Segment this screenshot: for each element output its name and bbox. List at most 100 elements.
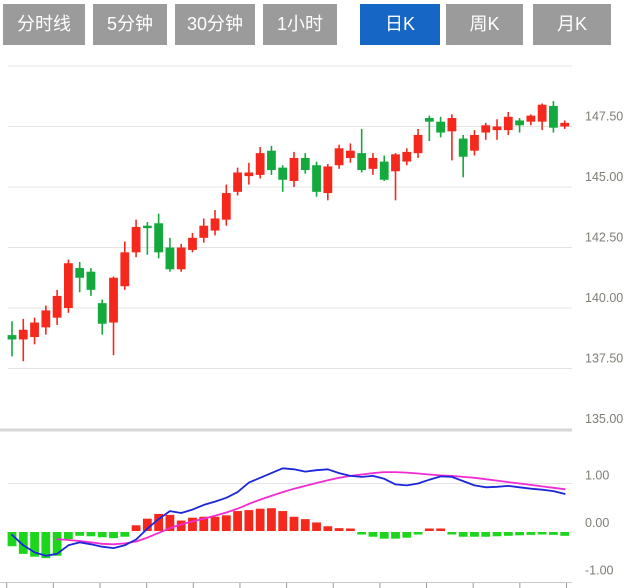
candle-body [504,117,513,130]
candle-body [560,123,569,127]
candle-body [154,223,163,252]
axis-labels: 147.50 145.00 142.50 140.00 137.50 135.00 1.00… [585,110,623,578]
macd-hist-bar [369,532,378,537]
candles-group [8,101,570,361]
price-tick-label: 135.00 [585,412,623,426]
macd-hist-bar [132,525,141,531]
candle-body [549,106,558,128]
candle-body [87,272,96,290]
candle-body [211,218,220,230]
macd-hist-bar [109,532,118,538]
macd-hist-bar [267,508,276,531]
candle-body [256,153,265,175]
kline-macd-chart[interactable]: 147.50 145.00 142.50 140.00 137.50 135.00 1.00… [0,0,632,588]
macd-hist-bar [357,532,366,535]
price-tick-label: 140.00 [585,291,623,305]
candle-body [75,268,84,278]
macd-hist-bar [244,510,253,531]
candle-body [222,193,231,220]
macd-hist-bar [380,532,389,539]
candle-body [166,248,175,270]
candle-body [369,158,378,169]
price-tick-label: 137.50 [585,352,623,366]
candle-body [335,148,344,165]
candle-body [515,120,524,125]
macd-hist-bar [493,532,502,536]
candle-body [402,152,411,162]
macd-hist-bar [312,522,321,531]
macd-hist-bar [64,532,73,539]
tab-timeline[interactable]: 分时线 [3,4,85,45]
candle-body [526,116,535,122]
macd-hist-bar [402,532,411,538]
candle-body [391,154,400,171]
candle-body [459,139,468,157]
macd-hist-bar [459,532,468,537]
candle-body [53,296,62,318]
candle-body [177,248,186,270]
macd-hist-bar [504,532,513,536]
candle-body [323,166,332,193]
macd-group [8,468,570,558]
macd-hist-bar [75,532,84,536]
macd-tick-label: 0.00 [585,516,609,530]
macd-hist-bar [222,515,231,531]
candle-body [493,127,502,131]
candle-body [470,135,479,151]
candle-body [188,238,197,250]
price-tick-label: 145.00 [585,170,623,184]
macd-hist-bar [233,511,242,531]
macd-hist-bar [335,528,344,531]
tab-daily-k[interactable]: 日K [360,4,440,45]
macd-hist-bar [391,532,400,539]
candle-body [301,158,310,170]
macd-hist-bar [211,517,220,531]
tab-weekly-k[interactable]: 周K [446,4,523,45]
macd-hist-bar [301,519,310,531]
macd-hist-bar [188,518,197,531]
macd-hist-bar [414,532,423,535]
macd-hist-bar [481,532,490,537]
macd-hist-bar [290,517,299,531]
macd-hist-bar [87,532,96,536]
macd-hist-bar [560,532,569,536]
candle-body [357,153,366,170]
macd-hist-bar [448,532,457,535]
macd-hist-bar [425,529,434,532]
macd-hist-bar [470,532,479,537]
price-tick-label: 147.50 [585,110,623,124]
macd-hist-bar [526,532,535,535]
candle-body [448,118,457,131]
candle-body [267,151,276,170]
macd-hist-bar [120,532,129,537]
candle-body [380,162,389,180]
candle-body [64,263,73,308]
candle-body [41,310,50,327]
macd-hist-bar [278,511,287,531]
tab-5min[interactable]: 5分钟 [93,4,167,45]
candle-body [109,278,118,323]
macd-hist-bar [549,532,558,535]
candle-body [346,151,355,158]
candle-body [132,227,141,252]
candle-body [312,165,321,192]
macd-hist-bar [515,532,524,535]
candle-body [233,172,242,191]
candle-body [98,303,107,324]
candle-body [481,125,490,132]
candle-body [143,226,152,228]
candle-body [120,252,129,286]
macd-hist-bar [323,526,332,531]
tab-30min[interactable]: 30分钟 [175,4,255,45]
candle-body [436,122,445,133]
candle-body [8,335,17,339]
macd-hist-bar [256,509,265,531]
macd-hist-bar [346,529,355,532]
tab-monthly-k[interactable]: 月K [533,4,611,45]
candle-body [414,135,423,153]
tab-1hour[interactable]: 1小时 [263,4,337,45]
price-tick-label: 142.50 [585,231,623,245]
candle-body [278,168,287,180]
candle-body [290,158,299,181]
macd-tick-label: 1.00 [585,469,609,483]
